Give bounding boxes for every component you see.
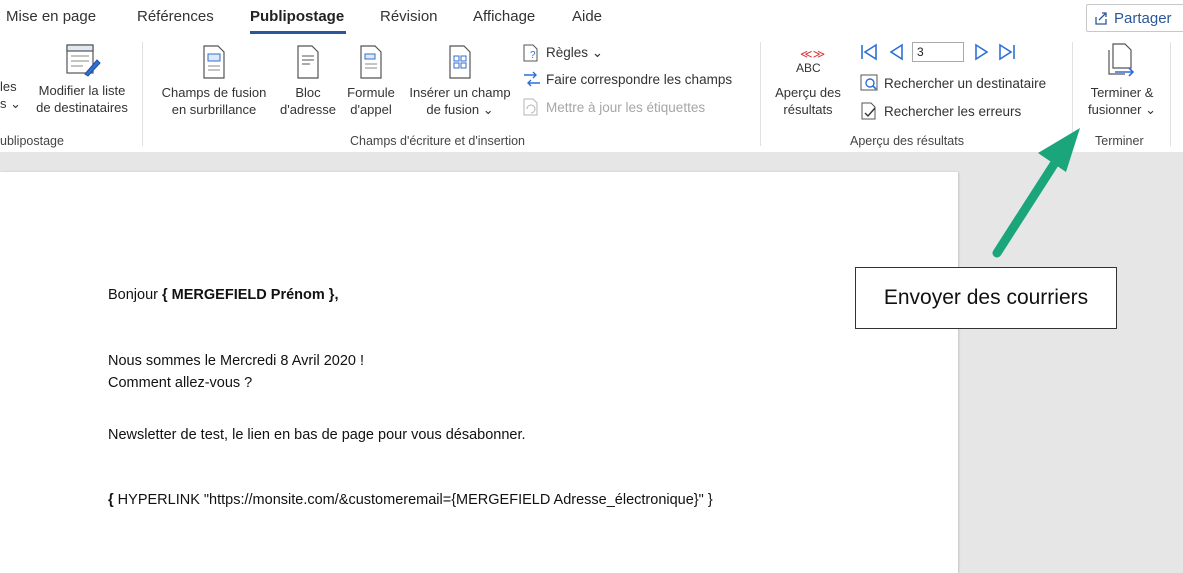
check-errors-label: Rechercher les erreurs xyxy=(884,103,1022,119)
doc-hyperlink-line: { HYPERLINK "https://monsite.com/&custom… xyxy=(108,492,713,508)
greeting-prefix: Bonjour xyxy=(108,287,163,303)
greeting-line-icon xyxy=(360,45,382,79)
group-label-apercu: Aperçu des résultats xyxy=(850,134,964,148)
check-errors-icon xyxy=(861,102,876,120)
merge-field-email: {MERGEFIELD Adresse_électronique} xyxy=(451,492,699,508)
rules-button[interactable]: ? Règles ⌄ xyxy=(522,44,603,62)
rules-label: Règles ⌄ xyxy=(546,45,604,60)
find-recipient-icon xyxy=(860,74,878,91)
document-page[interactable]: Bonjour { MERGEFIELD Prénom }, Nous somm… xyxy=(0,172,958,573)
callout-send-emails: Envoyer des courriers xyxy=(855,267,1117,329)
address-block-icon xyxy=(297,45,319,79)
doc-date-line: Nous sommes le Mercredi 8 Avril 2020 ! xyxy=(108,353,365,369)
insert-label-1: Insérer un champ xyxy=(409,85,511,100)
edit-list-label-1: Modifier la liste xyxy=(38,83,126,98)
doc-question-line: Comment allez-vous ? xyxy=(108,375,253,391)
tab-revision[interactable]: Révision xyxy=(380,8,438,25)
match-fields-label: Faire correspondre les champs xyxy=(546,71,733,87)
update-labels-button[interactable]: Mettre à jour les étiquettes xyxy=(522,98,705,116)
hyperlink-code: HYPERLINK "https://monsite.com/&customer… xyxy=(117,492,452,508)
partial-select-recipients-button[interactable]: les s ⌄ xyxy=(0,78,21,112)
match-fields-button[interactable]: Faire correspondre les champs xyxy=(522,70,732,88)
tab-publipostage[interactable]: Publipostage xyxy=(250,8,344,25)
group-label-publipostage: ublipostage xyxy=(0,134,64,148)
update-labels-label: Mettre à jour les étiquettes xyxy=(546,99,706,115)
insert-merge-field-button[interactable]: Insérer un champ de fusion ⌄ xyxy=(402,44,518,118)
highlight-fields-icon xyxy=(203,45,225,79)
highlight-merge-fields-button[interactable]: Champs de fusion en surbrillance xyxy=(152,44,276,118)
edit-list-icon xyxy=(66,44,101,77)
preview-label-1: Aperçu des xyxy=(775,85,841,100)
record-number-input[interactable] xyxy=(912,42,964,62)
doc-newsletter-line: Newsletter de test, le lien en bas de pa… xyxy=(108,427,526,443)
tab-references[interactable]: Références xyxy=(137,8,214,25)
greeting-line-button[interactable]: Formule d'appel xyxy=(340,44,402,118)
ribbon-tabs: Mise en page Références Publipostage Rév… xyxy=(0,0,1183,36)
doc-greeting-line: Bonjour { MERGEFIELD Prénom }, xyxy=(108,287,338,303)
check-errors-button[interactable]: Rechercher les erreurs xyxy=(860,102,1021,120)
group-label-terminer: Terminer xyxy=(1095,134,1144,148)
partial-label-bottom: s ⌄ xyxy=(0,96,22,111)
preview-results-button[interactable]: ≪≫ ABC Aperçu des résultats xyxy=(768,44,848,118)
edit-recipient-list-button[interactable]: Modifier la liste de destinataires xyxy=(30,42,134,116)
tab-aide[interactable]: Aide xyxy=(572,8,602,25)
share-button[interactable]: Partager xyxy=(1086,4,1183,32)
insert-field-icon xyxy=(449,45,471,79)
merge-field-prenom: { MERGEFIELD Prénom } xyxy=(162,287,335,303)
match-fields-icon xyxy=(524,71,540,87)
svg-text:?: ? xyxy=(530,50,536,61)
rules-icon: ? xyxy=(523,44,538,62)
find-recipient-button[interactable]: Rechercher un destinataire xyxy=(860,74,1046,92)
group-separator xyxy=(760,42,761,146)
finish-label-1: Terminer & xyxy=(1090,85,1154,100)
field-brace-open: { xyxy=(108,492,118,508)
highlight-label-1: Champs de fusion xyxy=(161,85,267,100)
find-recipient-label: Rechercher un destinataire xyxy=(884,75,1047,91)
ribbon-publipostage: les s ⌄ Modifier la liste de destinatair… xyxy=(0,36,1183,153)
group-separator xyxy=(1170,42,1171,146)
share-icon xyxy=(1095,12,1107,25)
address-label-1: Bloc xyxy=(295,85,321,100)
finish-label-2: fusionner ⌄ xyxy=(1088,102,1156,117)
hyperlink-close-quote: " } xyxy=(698,492,713,508)
finish-merge-button[interactable]: Terminer & fusionner ⌄ xyxy=(1078,42,1166,118)
group-label-champs: Champs d'écriture et d'insertion xyxy=(350,134,525,148)
preview-label-2: résultats xyxy=(783,102,833,117)
first-record-icon[interactable] xyxy=(858,42,880,62)
preview-results-icon: ≪≫ ABC xyxy=(778,44,838,80)
group-separator xyxy=(1072,42,1073,146)
tab-affichage[interactable]: Affichage xyxy=(473,8,535,25)
highlight-label-2: en surbrillance xyxy=(171,102,257,117)
share-label: Partager xyxy=(1114,9,1172,27)
previous-record-icon[interactable] xyxy=(886,42,906,62)
tab-mise-en-page[interactable]: Mise en page xyxy=(6,8,96,25)
greeting-suffix: , xyxy=(334,287,339,303)
next-record-icon[interactable] xyxy=(972,42,992,62)
active-tab-indicator xyxy=(250,31,346,34)
address-block-button[interactable]: Bloc d'adresse xyxy=(276,44,340,118)
last-record-icon[interactable] xyxy=(996,42,1018,62)
partial-label-top: les xyxy=(0,79,17,94)
update-labels-icon xyxy=(523,98,538,116)
group-separator xyxy=(142,42,143,146)
finish-merge-icon xyxy=(1108,43,1135,77)
abc-icon-text: ABC xyxy=(796,61,821,75)
edit-list-label-2: de destinataires xyxy=(36,100,128,115)
document-canvas: Bonjour { MERGEFIELD Prénom }, Nous somm… xyxy=(0,152,1183,573)
address-label-2: d'adresse xyxy=(280,102,336,117)
greeting-label-2: d'appel xyxy=(350,102,392,117)
greeting-label-1: Formule xyxy=(347,85,395,100)
insert-label-2: de fusion ⌄ xyxy=(426,102,494,117)
